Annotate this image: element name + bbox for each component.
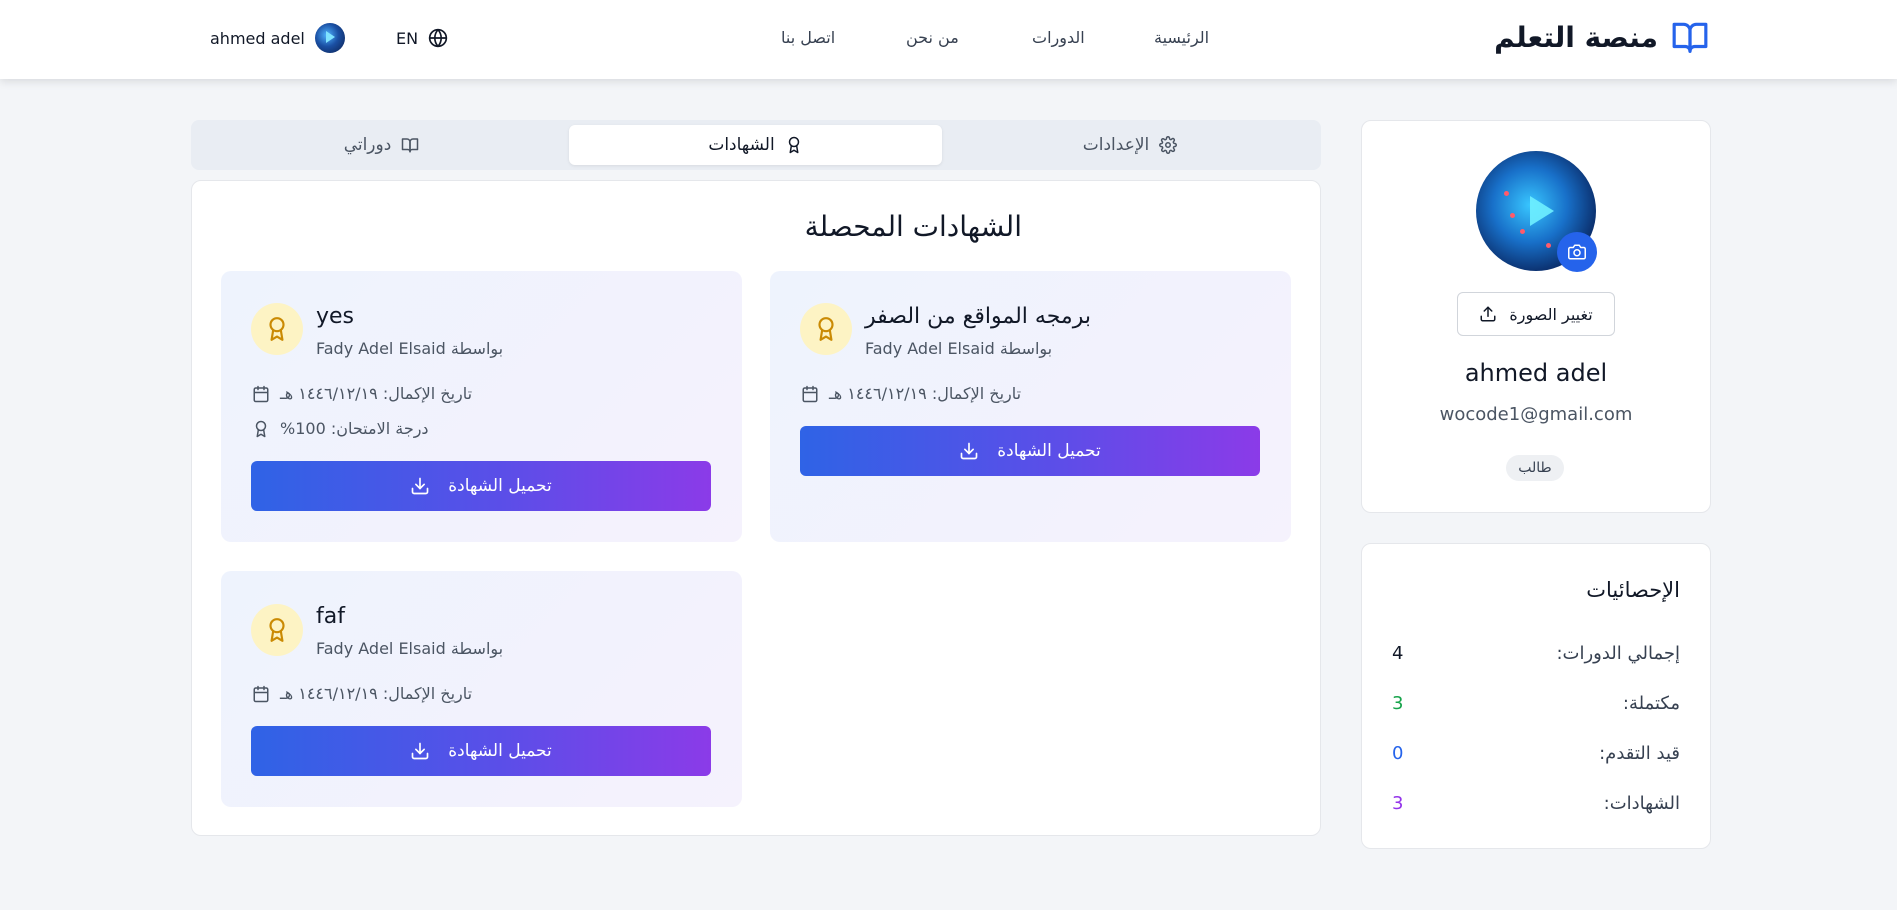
book-open-icon: [402, 138, 419, 153]
stat-completed-value: 3: [1392, 693, 1404, 714]
download-label: تحميل الشهادة: [997, 441, 1101, 461]
nav-link-home[interactable]: الرئيسية: [1154, 28, 1209, 47]
user-menu[interactable]: ahmed adel: [210, 23, 345, 53]
exam-score: درجة الامتحان: 100%: [252, 419, 429, 438]
brand-logo[interactable]: منصة التعلم: [1494, 18, 1710, 56]
book-open-icon: [1672, 22, 1708, 53]
language-label: EN: [396, 28, 419, 48]
change-photo-button[interactable]: تغيير الصورة: [1457, 292, 1615, 336]
calendar-icon: [253, 385, 269, 402]
top-navbar: منصة التعلم الرئيسية الدورات من نحن اتصل…: [0, 0, 1897, 79]
certificate-title: faf: [316, 604, 345, 629]
stat-completed-label: مكتملة:: [1622, 693, 1680, 714]
tab-certificates-label: الشهادات: [708, 135, 775, 155]
download-certificate-button[interactable]: تحميل الشهادة: [800, 426, 1260, 476]
nav-link-courses[interactable]: الدورات: [1032, 28, 1085, 47]
award-icon: [788, 136, 799, 154]
download-label: تحميل الشهادة: [448, 741, 552, 761]
profile-name: ahmed adel: [1464, 359, 1608, 387]
stat-in-progress-value: 0: [1392, 743, 1404, 764]
certificate-title: برمجه المواقع من الصفر: [865, 304, 1091, 329]
award-icon: [818, 317, 834, 341]
stat-total-courses-value: 4: [1392, 643, 1404, 664]
completion-date-text: تاريخ الإكمال: ١٤٤٦/١٢/١٩ هـ: [280, 684, 473, 703]
completion-date: تاريخ الإكمال: ١٤٤٦/١٢/١٩ هـ: [252, 684, 472, 703]
role-badge: طالب: [1506, 455, 1564, 481]
user-name: ahmed adel: [210, 28, 305, 48]
camera-icon[interactable]: [1557, 232, 1597, 272]
stat-total-courses-label: إجمالي الدورات:: [1556, 643, 1680, 664]
award-icon: [269, 618, 285, 642]
brand-name: منصة التعلم: [1494, 20, 1658, 54]
nav-link-about[interactable]: من نحن: [906, 28, 959, 47]
medal-badge: [251, 604, 303, 656]
avatar: [314, 23, 345, 53]
calendar-icon: [253, 685, 269, 702]
tab-settings[interactable]: الإعدادات: [942, 125, 1318, 165]
download-icon: [411, 742, 429, 760]
download-label: تحميل الشهادة: [448, 476, 552, 496]
medal-badge: [251, 303, 303, 355]
upload-icon: [1480, 306, 1496, 322]
profile-email: wocode1@gmail.com: [1439, 404, 1633, 425]
change-photo-label: تغيير الصورة: [1509, 304, 1593, 324]
certificate-instructor: بواسطة Fady Adel Elsaid: [316, 339, 504, 358]
download-icon: [411, 477, 429, 495]
download-certificate-button[interactable]: تحميل الشهادة: [251, 461, 711, 511]
certificate-title: yes: [316, 304, 355, 329]
gear-icon: [1159, 136, 1178, 154]
completion-date-text: تاريخ الإكمال: ١٤٤٦/١٢/١٩ هـ: [280, 384, 473, 403]
language-switcher[interactable]: EN: [396, 28, 448, 48]
award-icon: [255, 420, 267, 437]
stat-certificates-value: 3: [1392, 793, 1404, 814]
stats-title: الإحصائيات: [1586, 578, 1680, 602]
completion-date: تاريخ الإكمال: ١٤٤٦/١٢/١٩ هـ: [252, 384, 472, 403]
nav-link-contact[interactable]: اتصل بنا: [781, 28, 835, 47]
certificate-instructor: بواسطة Fady Adel Elsaid: [316, 639, 504, 658]
medal-badge: [800, 303, 852, 355]
tab-settings-label: الإعدادات: [1082, 135, 1150, 155]
certificate-instructor: بواسطة Fady Adel Elsaid: [865, 339, 1053, 358]
camera-icon-glyph: [1568, 244, 1586, 260]
calendar-icon: [802, 385, 818, 402]
globe-icon: [428, 28, 448, 48]
tab-certificates[interactable]: الشهادات: [569, 125, 942, 165]
completion-date-text: تاريخ الإكمال: ١٤٤٦/١٢/١٩ هـ: [829, 384, 1022, 403]
stat-certificates-label: الشهادات:: [1603, 793, 1680, 814]
download-certificate-button[interactable]: تحميل الشهادة: [251, 726, 711, 776]
tab-my-courses[interactable]: دوراتي: [195, 125, 568, 165]
tab-my-courses-label: دوراتي: [343, 135, 392, 155]
page-title: الشهادات المحصلة: [804, 210, 1022, 243]
download-icon: [960, 442, 978, 460]
award-icon: [269, 317, 285, 341]
stat-in-progress-label: قيد التقدم:: [1599, 743, 1680, 764]
exam-score-text: درجة الامتحان: 100%: [280, 419, 429, 438]
completion-date: تاريخ الإكمال: ١٤٤٦/١٢/١٩ هـ: [801, 384, 1021, 403]
profile-tabs: الإعدادات الشهادات دوراتي: [191, 120, 1321, 170]
